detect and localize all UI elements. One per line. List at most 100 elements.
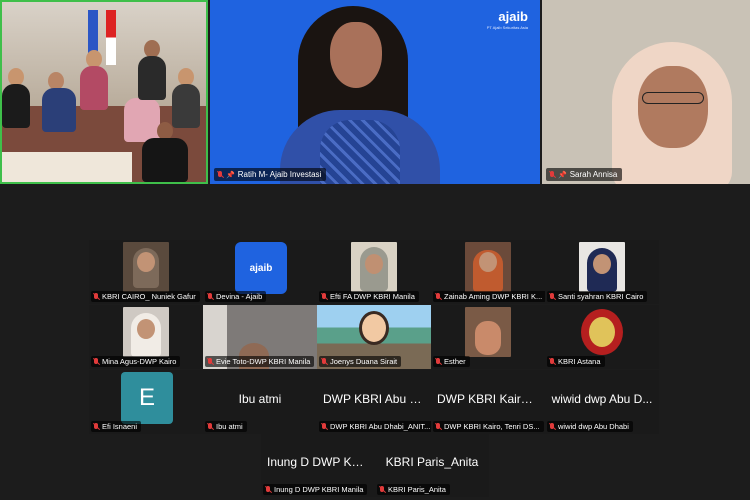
participant-name: DWP KBRI Abu Dhabi_ANIT... — [330, 422, 431, 431]
participant-tile[interactable]: Inung D DWP KB... Inung D DWP KBRI Manil… — [261, 433, 375, 497]
participant-display-name: wiwid dwp Abu D... — [551, 392, 653, 406]
participant-tile[interactable]: Santi syahran KBRI Cairo — [545, 240, 659, 304]
mic-muted-icon — [321, 292, 327, 301]
participant-name-tag: Inung D DWP KBRI Manila — [263, 484, 368, 495]
participant-name-tag: Zainab Aming DWP KBRI K... — [433, 291, 545, 302]
participant-name: wiwid dwp Abu Dhabi — [558, 422, 629, 431]
participant-name: Ibu atmi — [216, 422, 243, 431]
person-body — [2, 84, 30, 128]
participant-video — [579, 242, 625, 292]
participant-tile[interactable]: DWP KBRI Kairo,... DWP KBRI Kairo, Tenri… — [431, 370, 545, 434]
mic-muted-icon — [93, 422, 99, 431]
participant-video — [465, 307, 511, 357]
participant-name-tag: DWP KBRI Kairo, Tenri DS... — [433, 421, 544, 432]
participant-video — [351, 242, 397, 292]
speaker-name-tag: 📌 Sarah Annisa — [546, 168, 623, 181]
participant-tile[interactable]: E Efi Isnaeni — [89, 370, 203, 434]
participant-name-tag: Devina - Ajaib — [205, 291, 267, 302]
participant-name: Esther — [444, 357, 466, 366]
glasses — [642, 92, 704, 104]
mic-muted-icon — [549, 292, 555, 301]
participant-tile[interactable]: KBRI Astana — [545, 305, 659, 369]
mic-muted-icon — [435, 357, 441, 366]
participant-name-tag: DWP KBRI Abu Dhabi_ANIT... — [319, 421, 431, 432]
mic-muted-icon — [435, 292, 441, 301]
participant-name: Inung D DWP KBRI Manila — [274, 485, 364, 494]
speaker-tile-presenter[interactable]: ajaib PT Ajaib Sekuritas Asia 📌 Ratih M-… — [210, 0, 540, 184]
brand-logo: ajaib — [498, 9, 528, 24]
mic-muted-icon — [321, 422, 327, 431]
participant-display-name: Inung D DWP KB... — [267, 455, 370, 469]
participant-display-name: DWP KBRI Abu D... — [323, 392, 429, 406]
mic-muted-icon — [93, 357, 99, 366]
speaker-name-tag: 📌 Ratih M- Ajaib Investasi — [214, 168, 327, 181]
participant-name: Efi Isnaeni — [102, 422, 138, 431]
mic-muted-icon — [207, 422, 213, 431]
participant-tile[interactable]: Joenys Duana Sirait — [317, 305, 431, 369]
gallery-grid: KBRI CAIRO_ Nuniek Gafur ajaib Devina - … — [89, 240, 661, 434]
participant-name-tag: Efti FA DWP KBRI Manila — [319, 291, 419, 302]
participant-tile[interactable]: Zainab Aming DWP KBRI K... — [431, 240, 545, 304]
brand-subtitle: PT Ajaib Sekuritas Asia — [486, 25, 528, 30]
person-body — [172, 84, 200, 128]
mic-muted-icon — [549, 170, 555, 179]
mic-muted-icon — [207, 292, 213, 301]
person-body — [138, 56, 166, 100]
participant-name: Devina - Ajaib — [216, 292, 263, 301]
mic-muted-icon — [435, 422, 441, 431]
participant-tile[interactable]: Ibu atmi Ibu atmi — [203, 370, 317, 434]
participant-name: Efti FA DWP KBRI Manila — [330, 292, 415, 301]
meeting-stage: ajaib PT Ajaib Sekuritas Asia 📌 Ratih M-… — [0, 0, 750, 500]
participant-video — [123, 307, 169, 357]
participant-name-tag: KBRI CAIRO_ Nuniek Gafur — [91, 291, 200, 302]
participant-name-tag: Efi Isnaeni — [91, 421, 142, 432]
participant-tile[interactable]: ajaib Devina - Ajaib — [203, 240, 317, 304]
participant-name-tag: KBRI Astana — [547, 356, 605, 367]
participant-name: Evie Toto-DWP KBRI Manila — [216, 357, 311, 366]
participant-video — [123, 242, 169, 292]
participant-video — [465, 242, 511, 292]
participant-tile[interactable]: Mina Agus-DWP Kairo — [89, 305, 203, 369]
participant-name-tag: Evie Toto-DWP KBRI Manila — [205, 356, 315, 367]
mic-muted-icon — [207, 357, 213, 366]
participant-tile[interactable]: Efti FA DWP KBRI Manila — [317, 240, 431, 304]
presenter-face — [330, 22, 382, 88]
participant-name-tag: Santi syahran KBRI Cairo — [547, 291, 648, 302]
participant-tile[interactable]: DWP KBRI Abu D... DWP KBRI Abu Dhabi_ANI… — [317, 370, 431, 434]
participant-name: Joenys Duana Sirait — [330, 357, 398, 366]
participant-tile[interactable]: KBRI Paris_Anita KBRI Paris_Anita — [375, 433, 489, 497]
participant-name-tag: Esther — [433, 356, 470, 367]
participant-video — [579, 307, 625, 357]
participant-tile[interactable]: KBRI CAIRO_ Nuniek Gafur — [89, 240, 203, 304]
person-body — [142, 138, 188, 182]
participant-display-name: Ibu atmi — [238, 392, 282, 406]
participant-name: DWP KBRI Kairo, Tenri DS... — [444, 422, 540, 431]
participant-display-name: DWP KBRI Kairo,... — [437, 392, 541, 406]
participant-display-name: KBRI Paris_Anita — [385, 455, 479, 469]
speaker-name: Sarah Annisa — [569, 170, 618, 179]
mic-muted-icon — [93, 292, 99, 301]
participant-tile[interactable]: Esther — [431, 305, 545, 369]
participant-name: Mina Agus-DWP Kairo — [102, 357, 177, 366]
participant-name: KBRI Paris_Anita — [388, 485, 446, 494]
coffee-table — [2, 152, 132, 182]
speaker-name: Ratih M- Ajaib Investasi — [237, 170, 322, 179]
participant-name-tag: Mina Agus-DWP Kairo — [91, 356, 181, 367]
participant-name-tag: Ibu atmi — [205, 421, 247, 432]
speaker-tile-group[interactable] — [0, 0, 208, 184]
participant-tile[interactable]: wiwid dwp Abu D... wiwid dwp Abu Dhabi — [545, 370, 659, 434]
participant-name: KBRI Astana — [558, 357, 601, 366]
flag-indonesia — [106, 10, 116, 65]
participant-name-tag: Joenys Duana Sirait — [319, 356, 402, 367]
participant-tile[interactable]: Evie Toto-DWP KBRI Manila — [203, 305, 317, 369]
participant-name-tag: wiwid dwp Abu Dhabi — [547, 421, 633, 432]
mic-muted-icon — [265, 485, 271, 494]
person-body — [80, 66, 108, 110]
person-body — [124, 98, 160, 142]
participant-name-tag: KBRI Paris_Anita — [377, 484, 450, 495]
speaker-tile-sarah[interactable]: 📌 Sarah Annisa — [542, 0, 750, 184]
pin-icon: 📌 — [226, 171, 235, 179]
mic-muted-icon — [321, 357, 327, 366]
mic-muted-icon — [217, 170, 223, 179]
ajaib-logo-icon: ajaib — [235, 242, 287, 294]
